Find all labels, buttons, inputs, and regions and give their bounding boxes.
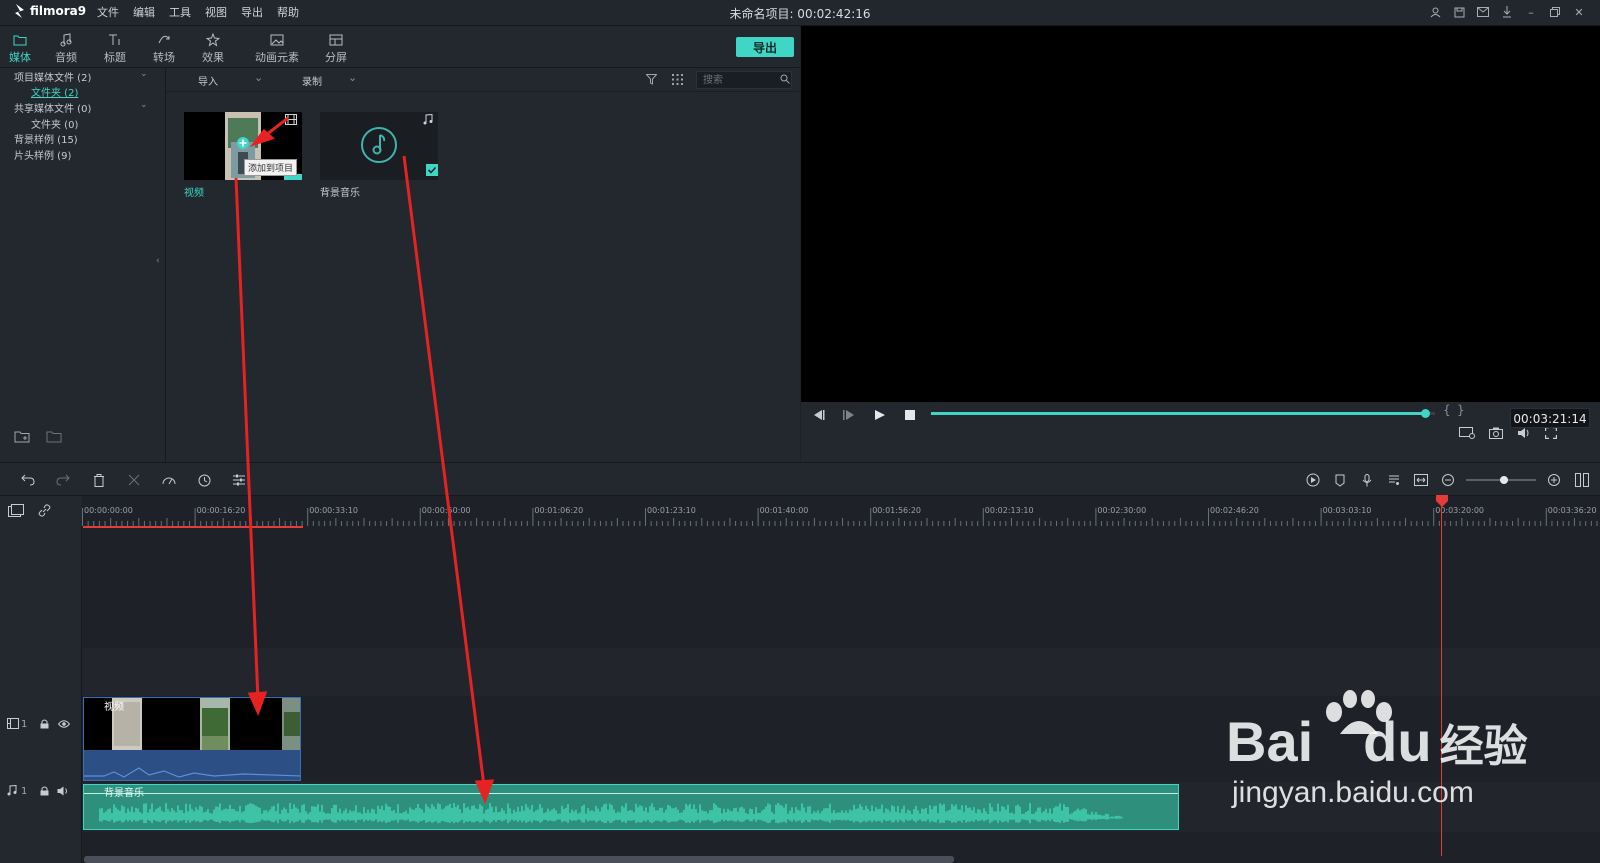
baidu-url-text: jingyan.baidu.com [1232, 776, 1474, 809]
baidu-watermark: Bai du 经验 jingyan.baidu.com [1226, 690, 1528, 830]
baidu-jingyan-text: 经验 [1439, 722, 1528, 771]
baidu-brand-text-2: du [1363, 710, 1432, 773]
baidu-brand-text: Bai [1226, 710, 1314, 773]
baidu-wordmark: Bai du 经验 [1226, 712, 1528, 777]
